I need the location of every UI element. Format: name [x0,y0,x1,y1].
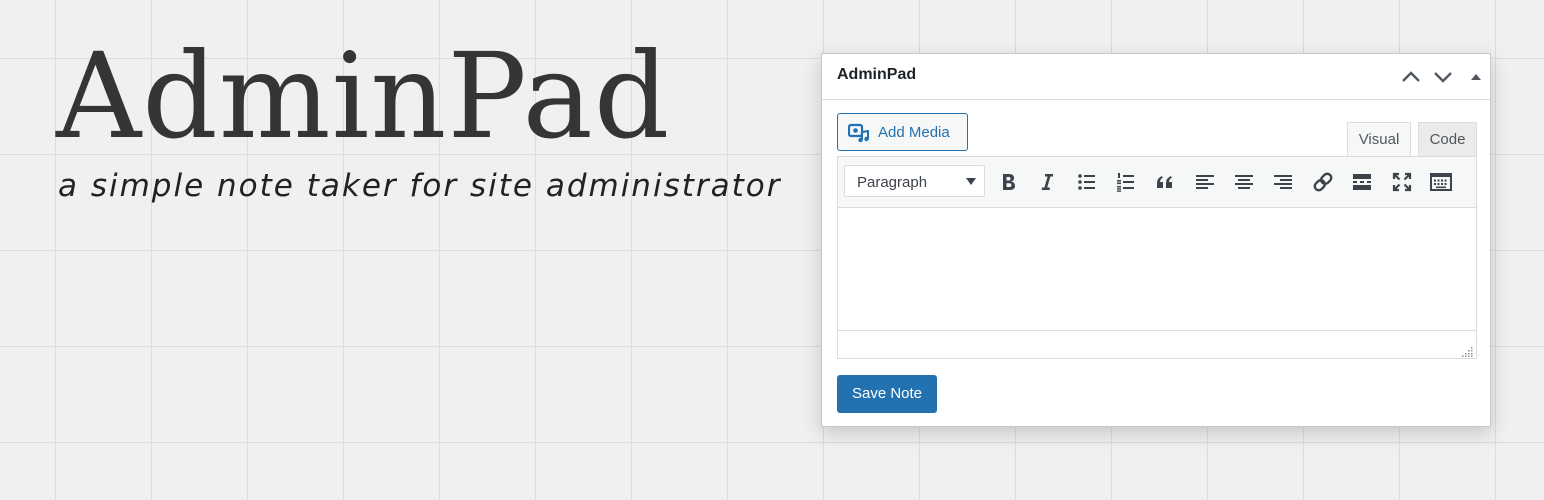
add-media-button[interactable]: Add Media [837,113,968,151]
italic-icon[interactable] [1032,167,1062,197]
hero-tagline: a simple note taker for site administrat… [58,168,782,204]
format-select[interactable]: Paragraph [844,165,985,197]
align-center-icon[interactable] [1229,167,1259,197]
toolbar-toggle-icon[interactable] [1426,167,1456,197]
format-select-value: Paragraph [857,174,928,191]
widget-title: AdminPad [837,66,917,83]
read-more-icon[interactable] [1347,167,1377,197]
editor: Paragraph [837,156,1477,359]
editor-toolbar: Paragraph [838,157,1476,208]
editor-content[interactable] [838,208,1476,332]
chevron-down-icon[interactable] [1430,64,1456,90]
align-left-icon[interactable] [1190,167,1220,197]
widget-header: AdminPad [822,54,1490,100]
triangle-up-icon[interactable] [1463,64,1489,90]
adminpad-widget: AdminPad Add Media Visual Code Paragraph… [821,53,1491,427]
numbered-list-icon[interactable] [1111,167,1141,197]
add-media-label: Add Media [878,124,950,141]
bulleted-list-icon[interactable] [1072,167,1102,197]
tab-visual[interactable]: Visual [1347,122,1411,156]
align-right-icon[interactable] [1268,167,1298,197]
save-note-button[interactable]: Save Note [837,375,937,413]
resize-handle-icon[interactable] [1462,344,1473,357]
tab-code[interactable]: Code [1418,122,1477,156]
editor-status-bar [838,330,1476,358]
bold-icon[interactable] [993,167,1023,197]
fullscreen-icon[interactable] [1387,167,1417,197]
link-icon[interactable] [1308,167,1338,197]
media-icon [847,123,870,143]
caret-down-icon [966,178,976,185]
chevron-up-icon[interactable] [1398,64,1424,90]
blockquote-icon[interactable] [1150,167,1180,197]
hero-title: AdminPad [56,27,671,165]
